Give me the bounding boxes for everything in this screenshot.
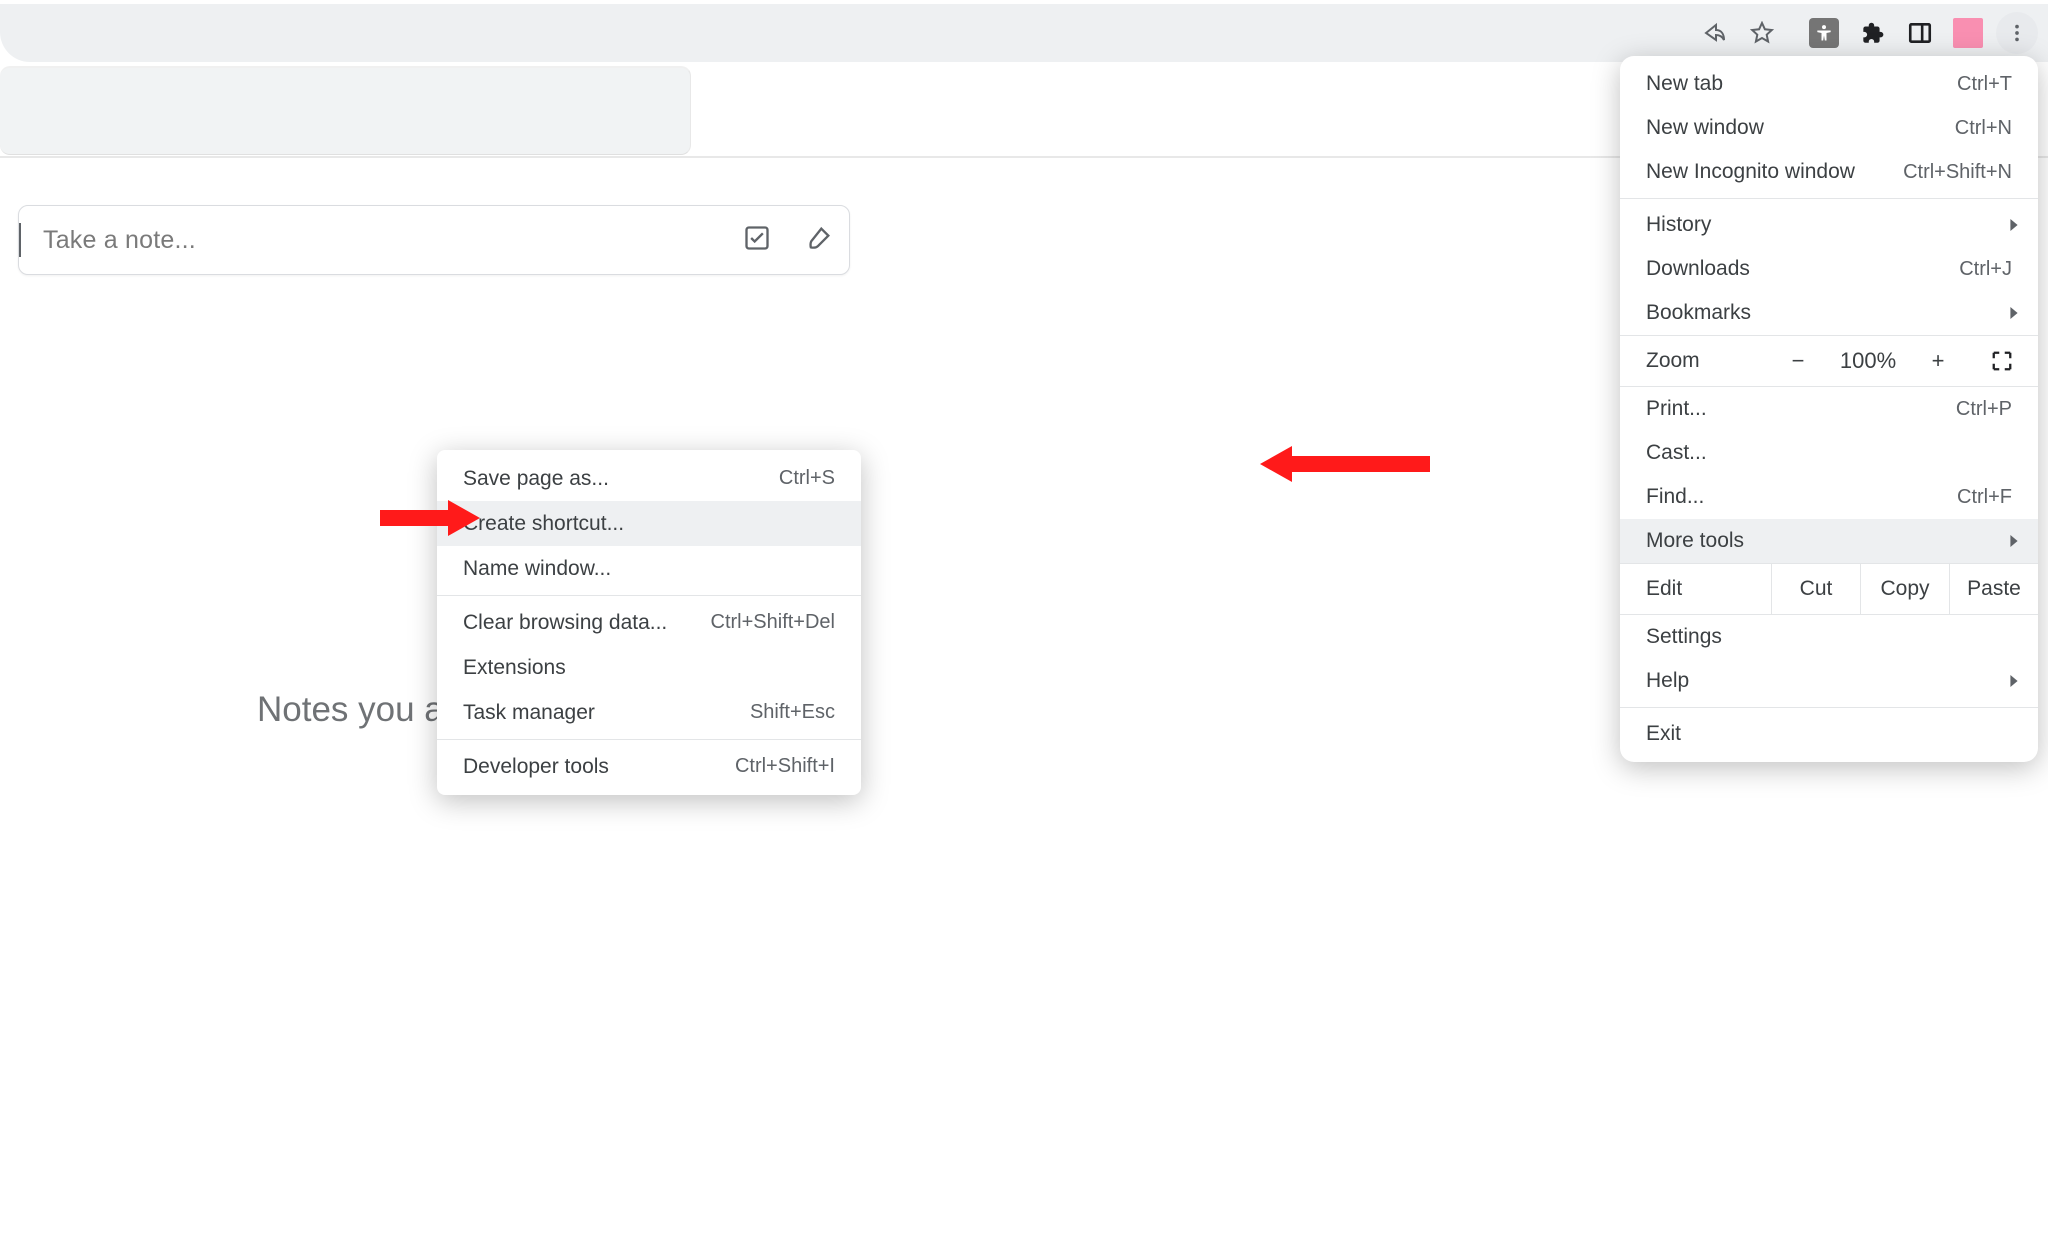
chevron-right-icon xyxy=(2008,669,2020,693)
menu-item-help[interactable]: Help xyxy=(1620,659,2038,703)
sidepanel-icon[interactable] xyxy=(1896,9,1944,57)
edit-label: Edit xyxy=(1620,564,1771,614)
note-input[interactable]: Take a note... xyxy=(18,205,850,275)
menu-zoom-row: Zoom − 100% + xyxy=(1620,335,2038,387)
app-search-area xyxy=(0,66,691,155)
menu-item-settings[interactable]: Settings xyxy=(1620,615,2038,659)
edit-cut-button[interactable]: Cut xyxy=(1771,564,1860,614)
zoom-out-button[interactable]: − xyxy=(1770,348,1826,374)
submenu-item-create-shortcut[interactable]: Create shortcut... xyxy=(437,501,861,546)
profile-avatar[interactable] xyxy=(1953,18,1983,48)
chrome-main-menu: New tabCtrl+T New windowCtrl+N New Incog… xyxy=(1620,56,2038,762)
annotation-arrow-more-tools xyxy=(1260,442,1430,491)
star-icon[interactable] xyxy=(1738,9,1786,57)
edit-paste-button[interactable]: Paste xyxy=(1949,564,2038,614)
menu-item-more-tools[interactable]: More tools xyxy=(1620,519,2038,563)
note-input-placeholder: Take a note... xyxy=(43,226,196,255)
kebab-menu-button[interactable] xyxy=(1996,12,2038,54)
empty-state-text: Notes you a xyxy=(257,690,444,730)
menu-item-downloads[interactable]: DownloadsCtrl+J xyxy=(1620,247,2038,291)
edit-copy-button[interactable]: Copy xyxy=(1860,564,1949,614)
submenu-item-devtools[interactable]: Developer toolsCtrl+Shift+I xyxy=(437,744,861,789)
menu-edit-row: Edit Cut Copy Paste xyxy=(1620,563,2038,615)
zoom-in-button[interactable]: + xyxy=(1910,348,1966,374)
share-icon[interactable] xyxy=(1690,9,1738,57)
chevron-right-icon xyxy=(2008,301,2020,325)
brush-icon[interactable] xyxy=(805,224,833,257)
zoom-level: 100% xyxy=(1826,348,1910,374)
text-cursor xyxy=(19,223,21,257)
submenu-item-task-manager[interactable]: Task managerShift+Esc xyxy=(437,690,861,735)
menu-item-new-tab[interactable]: New tabCtrl+T xyxy=(1620,62,2038,106)
menu-item-new-window[interactable]: New windowCtrl+N xyxy=(1620,106,2038,150)
menu-item-incognito[interactable]: New Incognito windowCtrl+Shift+N xyxy=(1620,150,2038,194)
submenu-item-name-window[interactable]: Name window... xyxy=(437,546,861,591)
submenu-item-save-page[interactable]: Save page as...Ctrl+S xyxy=(437,456,861,501)
submenu-item-clear-browsing[interactable]: Clear browsing data...Ctrl+Shift+Del xyxy=(437,600,861,645)
more-tools-submenu: Save page as...Ctrl+S Create shortcut...… xyxy=(437,450,861,795)
chevron-right-icon xyxy=(2008,213,2020,237)
menu-item-print[interactable]: Print...Ctrl+P xyxy=(1620,387,2038,431)
chevron-right-icon xyxy=(2008,529,2020,553)
menu-item-bookmarks[interactable]: Bookmarks xyxy=(1620,291,2038,335)
accessibility-extension-icon[interactable] xyxy=(1809,18,1839,48)
checkbox-icon[interactable] xyxy=(743,224,771,257)
extensions-icon[interactable] xyxy=(1848,9,1896,57)
fullscreen-icon[interactable] xyxy=(1966,350,2038,372)
menu-item-exit[interactable]: Exit xyxy=(1620,712,2038,756)
zoom-label: Zoom xyxy=(1620,349,1770,373)
menu-item-history[interactable]: History xyxy=(1620,203,2038,247)
submenu-item-extensions[interactable]: Extensions xyxy=(437,645,861,690)
menu-item-find[interactable]: Find...Ctrl+F xyxy=(1620,475,2038,519)
menu-item-cast[interactable]: Cast... xyxy=(1620,431,2038,475)
